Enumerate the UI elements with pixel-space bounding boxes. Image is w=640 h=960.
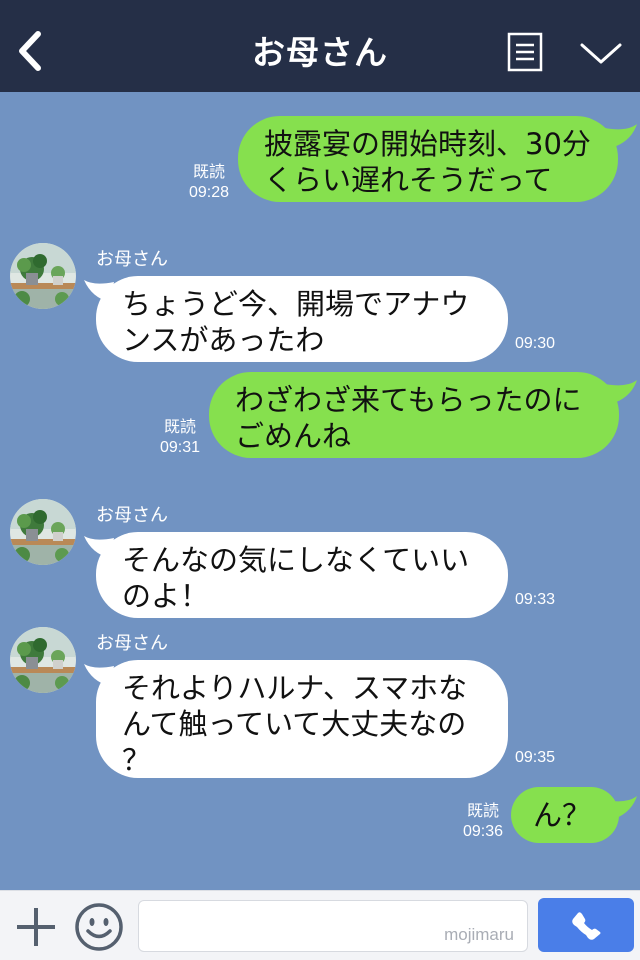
emoji-icon [75, 903, 123, 951]
menu-button[interactable] [507, 32, 543, 72]
message-time: 09:35 [515, 749, 556, 766]
message-line: ンスがあったわ [122, 323, 325, 357]
plant-photo-avatar [10, 499, 76, 565]
plus-icon [17, 908, 55, 946]
watermark: mojimaru [444, 925, 514, 944]
plant-photo-avatar [10, 627, 76, 693]
message-line: んて触っていて大丈夫なの [122, 707, 467, 741]
collapse-button[interactable] [578, 36, 624, 70]
message-line: そんなの気にしなくていい [122, 543, 470, 577]
read-receipt: 既読 09:36 [462, 803, 504, 840]
sender-name: お母さん [96, 505, 168, 526]
phone-icon [572, 912, 601, 940]
message-line: ちょうど今、開場でアナウ [122, 287, 470, 321]
avatar[interactable] [10, 243, 76, 309]
read-receipt: 既読 09:31 [159, 419, 201, 456]
message-bubble-incoming[interactable]: そんなの気にしなくていい のよ！ [96, 532, 508, 618]
chat-header: お母さん [0, 0, 640, 92]
emoji-button[interactable] [74, 902, 124, 952]
avatar[interactable] [10, 499, 76, 565]
message-line: のよ！ [122, 579, 210, 613]
chevron-down-icon [580, 43, 622, 64]
menu-list-icon [507, 32, 543, 72]
call-button[interactable] [538, 898, 634, 952]
message-bubble-outgoing[interactable]: ん？ [511, 787, 619, 843]
sender-name: お母さん [96, 249, 168, 270]
message-input-bar: mojimaru [0, 890, 640, 960]
message-line: ごめんね [235, 419, 352, 453]
message-bubble-outgoing[interactable]: 披露宴の開始時刻、30分 くらい遅れそうだって [238, 116, 618, 202]
message-line: それよりハルナ、スマホな [122, 671, 468, 705]
message-time: 09:30 [515, 335, 556, 352]
message-line: わざわざ来てもらったのに [235, 383, 582, 417]
message-bubble-incoming[interactable]: それよりハルナ、スマホな んて触っていて大丈夫なの ？ [96, 660, 508, 778]
chat-area[interactable]: 披露宴の開始時刻、30分 くらい遅れそうだって 既読 09:28 お母さん ちょ… [0, 92, 640, 890]
message-line: ？ [122, 743, 152, 777]
add-button[interactable] [14, 905, 58, 949]
message-line: くらい遅れそうだって [264, 163, 553, 197]
sender-name: お母さん [96, 633, 168, 654]
chat-title: お母さん [252, 33, 388, 72]
plant-photo-avatar [10, 243, 76, 309]
message-bubble-outgoing[interactable]: わざわざ来てもらったのに ごめんね [209, 372, 619, 458]
message-line: 披露宴の開始時刻、30分 [264, 127, 591, 161]
message-time: 09:33 [515, 591, 556, 608]
message-bubble-incoming[interactable]: ちょうど今、開場でアナウ ンスがあったわ [96, 276, 508, 362]
read-receipt: 既読 09:28 [188, 164, 230, 201]
message-line: ん？ [533, 798, 592, 832]
avatar[interactable] [10, 627, 76, 693]
